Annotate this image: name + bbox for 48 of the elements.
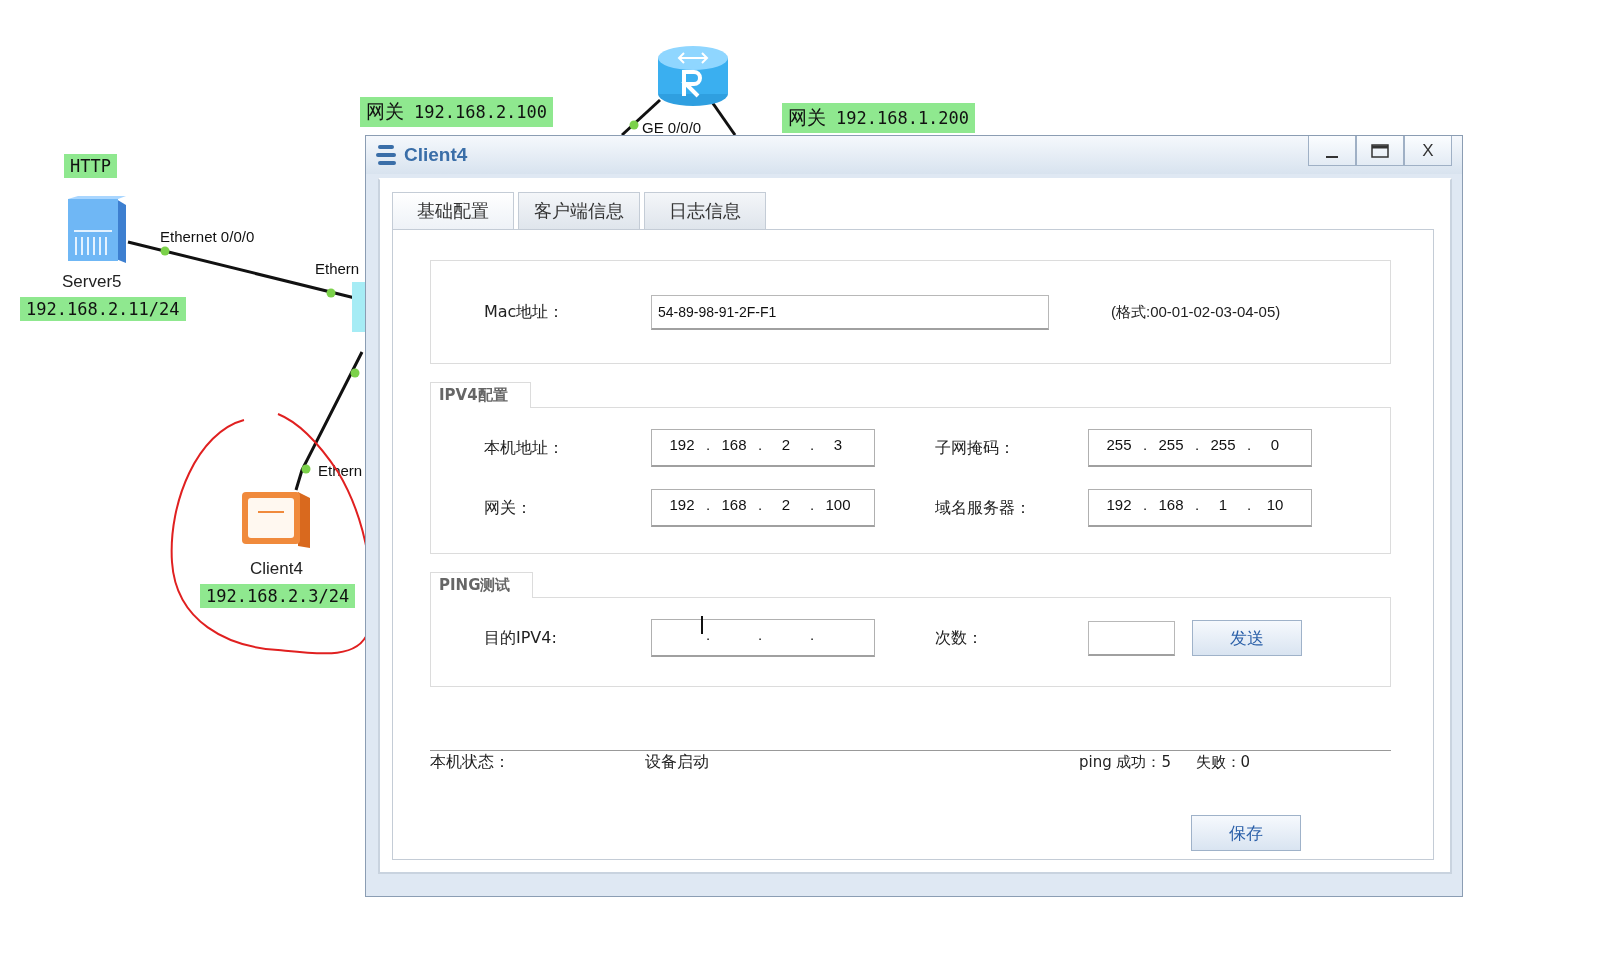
- field-label: 目的IPV4:: [484, 627, 558, 649]
- switch-icon[interactable]: [352, 282, 365, 332]
- server-icon[interactable]: [66, 195, 128, 265]
- ip-address-field[interactable]: 192 . 168 . 2 . 3: [651, 429, 875, 467]
- address-note: 网关 192.168.1.200: [782, 103, 976, 133]
- address-note: 192.168.2.11/24: [20, 297, 186, 321]
- send-button[interactable]: 发送: [1192, 620, 1302, 656]
- field-label: 子网掩码：: [935, 437, 1016, 459]
- app-icon: [376, 143, 398, 167]
- field-label: 域名服务器：: [935, 497, 1032, 519]
- window-title: Client4: [404, 144, 469, 166]
- port-label: Ethern: [315, 260, 360, 277]
- format-hint: (格式:00-01-02-03-04-05): [1111, 302, 1281, 322]
- field-label: 网关：: [484, 497, 533, 519]
- field-label: 次数：: [935, 627, 984, 649]
- ping-fail-count: 0: [1240, 753, 1251, 771]
- device-name: Server5: [62, 272, 122, 292]
- address-note: HTTP: [64, 154, 117, 178]
- minimize-icon: [1326, 155, 1338, 158]
- port-label: GE 0/0/0: [642, 119, 702, 136]
- mac-field[interactable]: 54-89-98-91-2F-F1: [651, 294, 1049, 330]
- section-title: PING测试: [430, 572, 534, 598]
- ping-success-label: ping 成功：: [1079, 752, 1162, 772]
- ip-address-field[interactable]: 255 . 255 . 255 . 0: [1088, 429, 1312, 467]
- ping-success-count: 5: [1161, 753, 1173, 771]
- tab[interactable]: 基础配置: [392, 192, 514, 230]
- address-note: 网关 192.168.2.100: [360, 97, 554, 127]
- maximize-icon: [1371, 143, 1389, 158]
- field-label: Mac地址：: [484, 301, 566, 323]
- ping-fail-label: 失败：: [1195, 752, 1241, 772]
- ip-address-field[interactable]: 192 . 168 . 2 . 100: [651, 489, 875, 527]
- field-label: 本机地址：: [484, 437, 565, 459]
- ip-address-field[interactable]: 192 . 168 . 1 . 10: [1088, 489, 1312, 527]
- client-icon[interactable]: [240, 490, 312, 550]
- device-name: Client4: [250, 559, 303, 579]
- section-title: IPV4配置: [430, 382, 531, 408]
- address-note: 192.168.2.3/24: [200, 584, 356, 608]
- status-value: 设备启动: [645, 751, 710, 773]
- count-field[interactable]: [1088, 620, 1175, 656]
- maximize-button[interactable]: [1356, 136, 1404, 166]
- ip-address-field[interactable]: . . .: [651, 619, 875, 657]
- port-label: Ethernet 0/0/0: [160, 228, 255, 245]
- tab[interactable]: 客户端信息: [518, 192, 640, 230]
- close-button[interactable]: X: [1404, 136, 1452, 166]
- tab[interactable]: 日志信息: [644, 192, 766, 230]
- router-icon[interactable]: [656, 44, 730, 108]
- save-button[interactable]: 保存: [1191, 815, 1301, 851]
- status-label: 本机状态：: [430, 751, 511, 773]
